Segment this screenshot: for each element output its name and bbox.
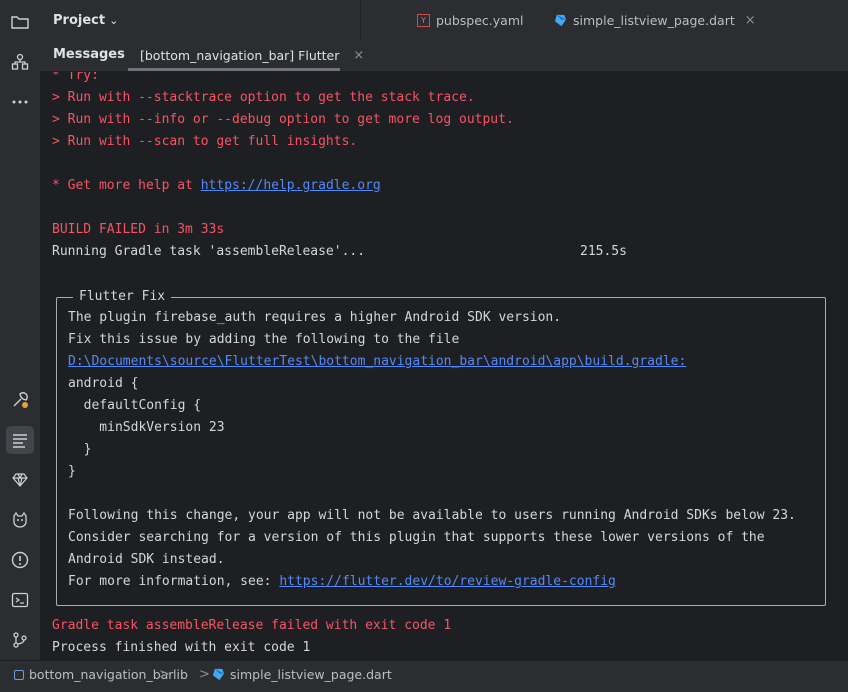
- console-line: * Try:: [52, 72, 99, 83]
- tool-window-title: Messages: [53, 47, 125, 62]
- tab-label: pubspec.yaml: [436, 13, 524, 28]
- console-line: Android SDK instead.: [68, 552, 225, 567]
- console-line: > Run with --stacktrace option to get th…: [52, 90, 475, 105]
- dart-file-icon: [212, 668, 225, 681]
- gem-icon[interactable]: [6, 466, 34, 494]
- tab-pubspec-yaml[interactable]: Y pubspec.yaml: [417, 13, 523, 28]
- close-icon[interactable]: ×: [353, 48, 364, 63]
- tab-flutter-messages[interactable]: [bottom_navigation_bar] Flutter ×: [127, 40, 377, 71]
- console-line: > Run with --scan to get full insights.: [52, 134, 358, 149]
- project-label: Project: [53, 13, 106, 28]
- more-icon[interactable]: [6, 88, 34, 116]
- close-icon[interactable]: ×: [745, 13, 756, 28]
- breadcrumb-label: lib: [173, 667, 188, 682]
- breadcrumb-folder[interactable]: lib: [173, 667, 188, 682]
- help-link[interactable]: https://help.gradle.org: [201, 178, 381, 193]
- console-output[interactable]: * Try: > Run with --stacktrace option to…: [40, 72, 848, 660]
- top-bar: Project ⌄ Y pubspec.yaml simple_listview_…: [40, 0, 848, 40]
- code-line: minSdkVersion 23: [68, 420, 225, 435]
- tab-label: simple_listview_page.dart: [573, 13, 735, 28]
- console-line: For more information, see: https://flutt…: [68, 571, 616, 593]
- breadcrumb-project[interactable]: bottom_navigation_bar: [14, 667, 173, 682]
- breadcrumb-label: bottom_navigation_bar: [29, 667, 174, 682]
- running-task-line: Running Gradle task 'assembleRelease'...: [52, 244, 366, 259]
- code-line: defaultConfig {: [68, 398, 202, 413]
- project-selector[interactable]: Project ⌄: [53, 13, 118, 28]
- editor-tabs: Y pubspec.yaml simple_listview_page.dart…: [362, 0, 848, 40]
- help-prefix: * Get more help at: [52, 178, 201, 193]
- chevron-right-icon: >: [159, 667, 170, 682]
- divider: [360, 0, 361, 40]
- active-tab-indicator: [128, 68, 340, 71]
- breadcrumb-file[interactable]: simple_listview_page.dart: [212, 667, 392, 682]
- chevron-right-icon: >: [199, 667, 210, 682]
- git-icon[interactable]: [6, 626, 34, 654]
- tab-simple-listview-page[interactable]: simple_listview_page.dart ×: [554, 13, 756, 28]
- build-icon[interactable]: [6, 386, 34, 414]
- status-bar: bottom_navigation_bar > lib > simple_lis…: [0, 660, 848, 692]
- console-line: The plugin firebase_auth requires a high…: [68, 310, 562, 325]
- cat-icon[interactable]: [6, 506, 34, 534]
- chevron-down-icon: ⌄: [109, 14, 119, 27]
- dart-file-icon: [554, 14, 567, 27]
- more-info-prefix: For more information, see:: [68, 574, 280, 589]
- console-line: Fix this issue by adding the following t…: [68, 332, 460, 347]
- console-line: > Run with --info or --debug option to g…: [52, 112, 514, 127]
- console-line: Consider searching for a version of this…: [68, 530, 765, 545]
- left-tool-strip: [0, 0, 41, 660]
- review-gradle-config-link[interactable]: https://flutter.dev/to/review-gradle-con…: [279, 574, 616, 589]
- build-failed-line: BUILD FAILED in 3m 33s: [52, 222, 225, 237]
- code-line: }: [68, 442, 92, 457]
- task-failed-line: Gradle task assembleRelease failed with …: [52, 618, 452, 633]
- module-icon: [14, 669, 24, 680]
- console-line: * Get more help at https://help.gradle.o…: [52, 175, 381, 197]
- structure-icon[interactable]: [6, 48, 34, 76]
- running-task-time: 215.5s: [580, 244, 627, 259]
- code-line: }: [68, 464, 76, 479]
- process-finished-line: Process finished with exit code 1: [52, 640, 311, 655]
- flutter-fix-title: Flutter Fix: [73, 287, 172, 307]
- code-line: android {: [68, 376, 139, 391]
- folder-icon[interactable]: [6, 8, 34, 36]
- tool-window-header: Messages [bottom_navigation_bar] Flutter…: [40, 40, 848, 72]
- build-gradle-path-link[interactable]: D:\Documents\source\FlutterTest\bottom_n…: [68, 351, 686, 373]
- breadcrumb-label: simple_listview_page.dart: [230, 667, 392, 682]
- yaml-file-icon: Y: [417, 14, 430, 27]
- console-line: Following this change, your app will not…: [68, 508, 796, 523]
- terminal-icon[interactable]: [6, 586, 34, 614]
- tab-label: [bottom_navigation_bar] Flutter: [140, 48, 340, 63]
- messages-icon[interactable]: [6, 426, 34, 454]
- problems-icon[interactable]: [6, 546, 34, 574]
